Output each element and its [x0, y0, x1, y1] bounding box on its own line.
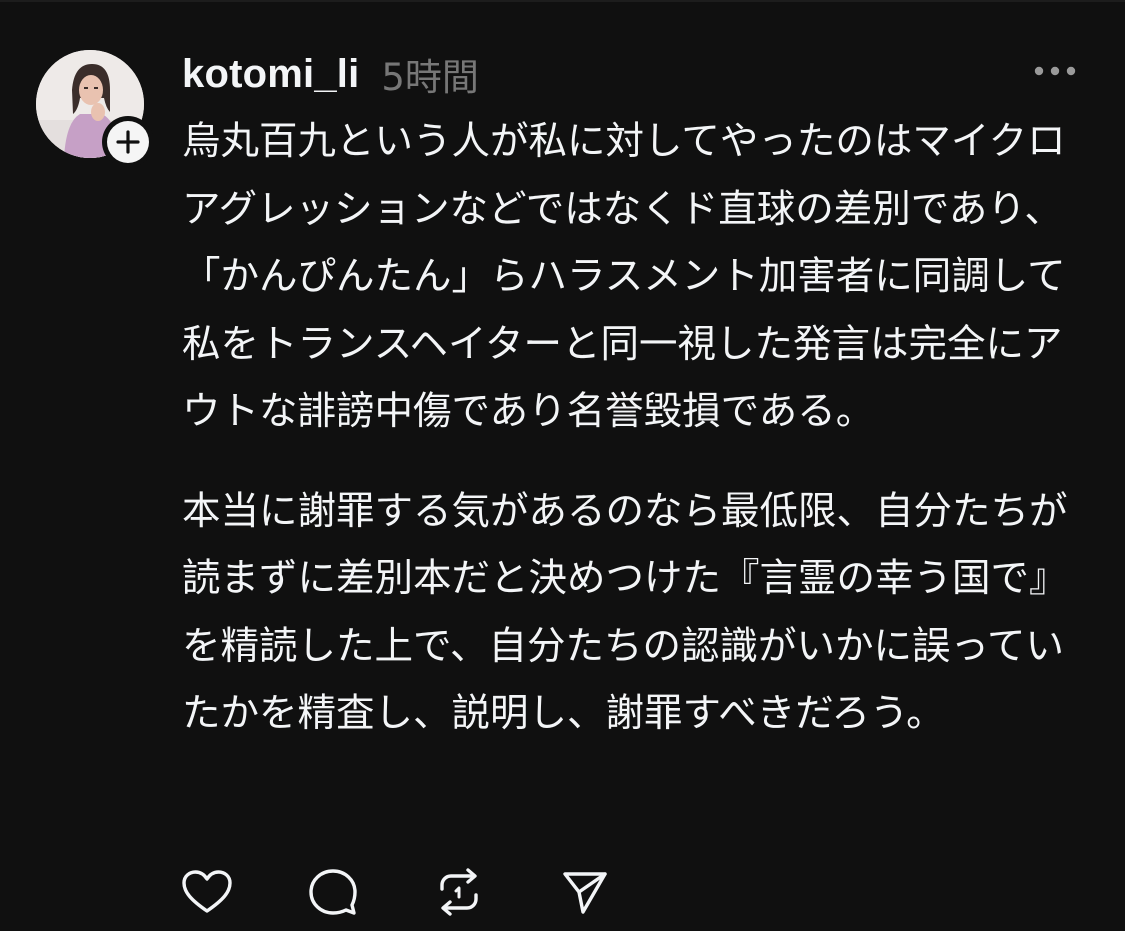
- avatar-group[interactable]: [36, 50, 154, 168]
- repost-icon: [440, 868, 478, 916]
- username[interactable]: kotomi_li: [182, 52, 359, 97]
- action-bar: [180, 862, 612, 922]
- post-paragraph: 本当に謝罪する気があるのなら最低限、自分たちが読まずに差別本だと決めつけた『言霊…: [182, 488, 1068, 737]
- more-options-button[interactable]: [1030, 56, 1080, 86]
- post-body: 烏丸百九という人が私に対してやったのはマイクロアグレッションなどではなくド直球の…: [182, 108, 1082, 748]
- send-icon: [563, 872, 607, 914]
- post-header: kotomi_li 5時間: [182, 46, 479, 102]
- like-button[interactable]: [180, 865, 234, 919]
- comment-button[interactable]: [306, 865, 360, 919]
- heart-icon: [182, 870, 232, 913]
- comment-bubble-icon: [309, 869, 357, 915]
- repost-button[interactable]: [432, 865, 486, 919]
- post-paragraph: 烏丸百九という人が私に対してやったのはマイクロアグレッションなどではなくド直球の…: [182, 119, 1066, 434]
- plus-icon: [116, 130, 140, 154]
- more-dots-icon: [1034, 66, 1076, 76]
- share-button[interactable]: [558, 865, 612, 919]
- thread-post: kotomi_li 5時間 烏丸百九という人が私に対してやったのはマイクロアグレ…: [0, 0, 1125, 931]
- follow-button-inner: [107, 121, 149, 163]
- follow-button[interactable]: [102, 116, 154, 168]
- timestamp[interactable]: 5時間: [381, 47, 479, 101]
- divider: [0, 0, 1125, 2]
